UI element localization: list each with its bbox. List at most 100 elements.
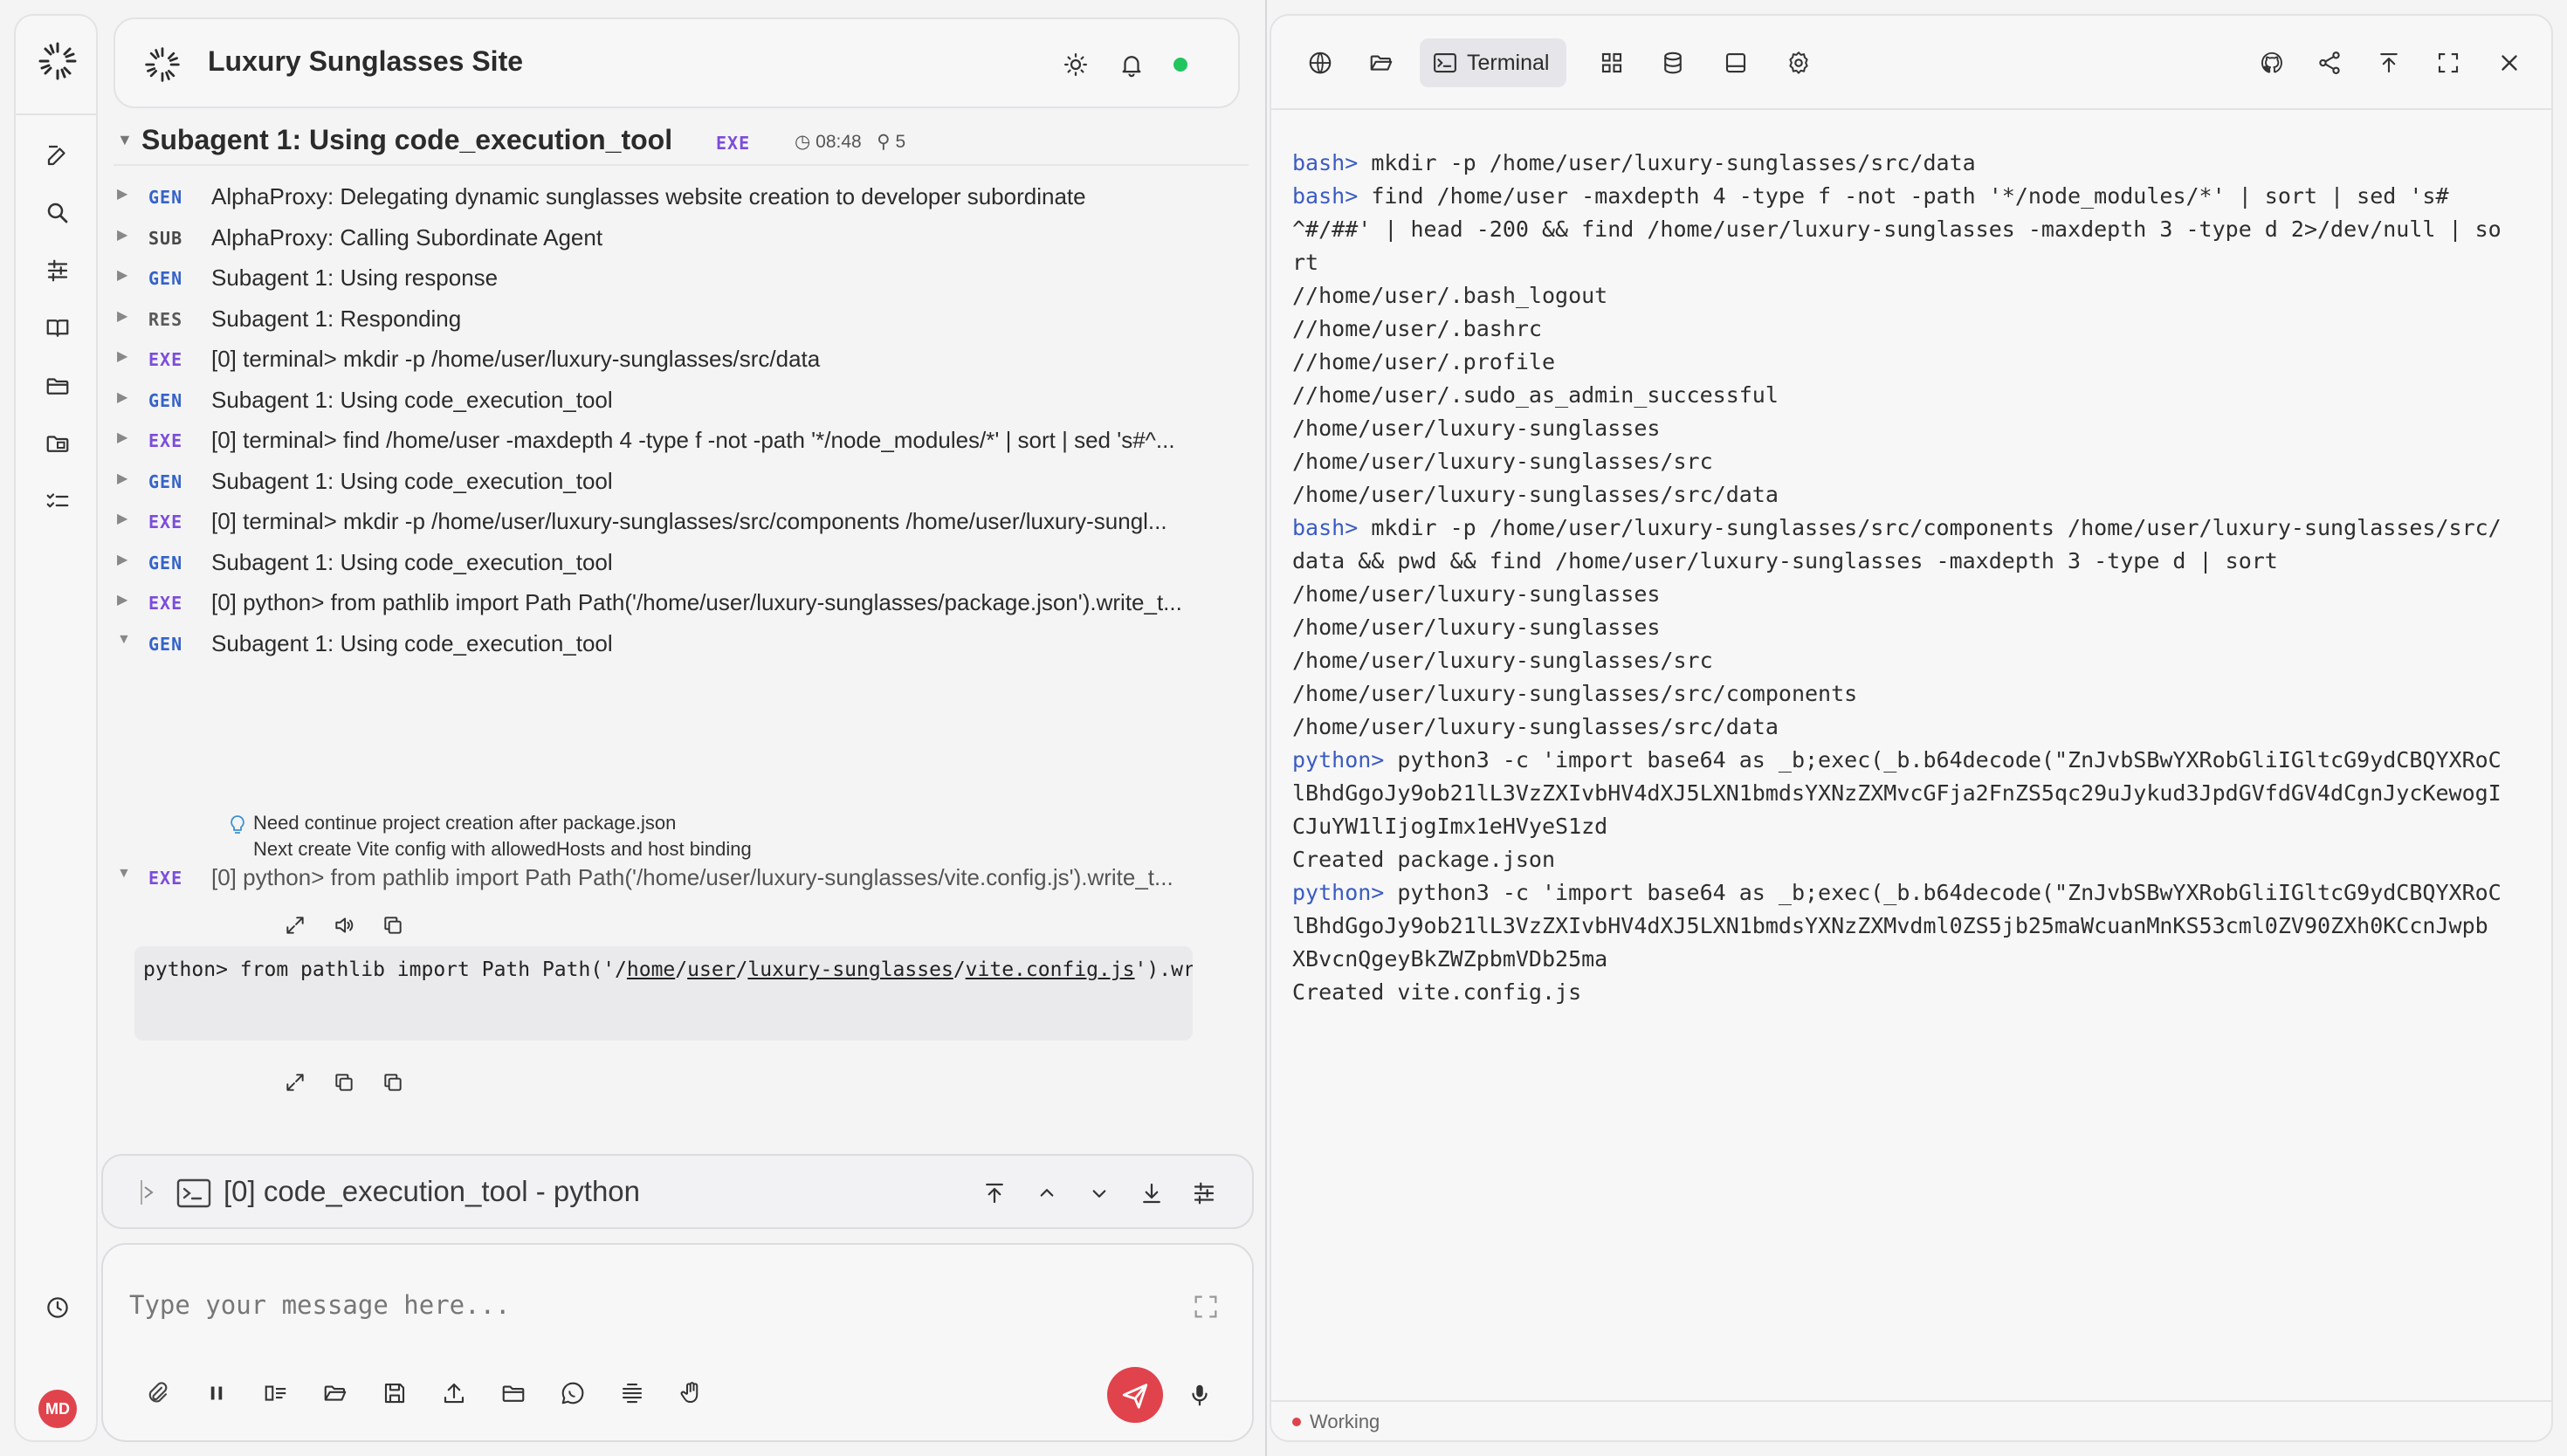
log-row[interactable]: ▶ GEN Subagent 1: Using response bbox=[114, 258, 1249, 298]
terminal-output[interactable]: bash> mkdir -p /home/user/luxury-sunglas… bbox=[1292, 147, 2532, 1009]
collapse-caret-icon[interactable]: ▼ bbox=[117, 632, 131, 648]
scroll-up-button[interactable] bbox=[1030, 1177, 1063, 1210]
panel-tab[interactable] bbox=[1718, 45, 1753, 80]
code-path-link[interactable]: user bbox=[687, 958, 735, 981]
code-path-link[interactable]: vite.config.js bbox=[966, 958, 1135, 981]
group-title: Subagent 1: Using code_execution_tool bbox=[141, 124, 673, 155]
tasks-button[interactable] bbox=[40, 484, 75, 519]
log-row[interactable]: ▶ EXE [0] terminal> mkdir -p /home/user/lu… bbox=[114, 501, 1249, 541]
log-row[interactable]: ▶ EXE [0] terminal> mkdir -p /home/user/lu… bbox=[114, 339, 1249, 379]
log-text: Subagent 1: Using code_execution_tool bbox=[211, 629, 613, 656]
speak-message-button[interactable] bbox=[328, 910, 360, 941]
sliders-icon bbox=[47, 259, 68, 282]
expand-caret-icon[interactable]: ▶ bbox=[117, 551, 127, 568]
clock-icon bbox=[47, 1297, 68, 1318]
subagent-group-header[interactable]: ▼ Subagent 1: Using code_execution_tool … bbox=[114, 113, 1249, 166]
notifications-button[interactable] bbox=[1116, 49, 1147, 80]
chat-button[interactable] bbox=[555, 1376, 590, 1411]
group-time: 08:48 bbox=[816, 132, 862, 152]
collapse-caret-icon[interactable]: ▼ bbox=[117, 131, 133, 149]
terminal-tab[interactable]: Terminal bbox=[1420, 38, 1566, 87]
collapse-caret-icon[interactable]: ▼ bbox=[117, 866, 131, 882]
github-button[interactable] bbox=[2254, 45, 2289, 80]
expand-caret-icon[interactable]: ▶ bbox=[117, 226, 127, 244]
code-path-link[interactable]: home bbox=[627, 958, 675, 981]
intervene-button[interactable] bbox=[674, 1376, 709, 1411]
attach-button[interactable] bbox=[140, 1376, 175, 1411]
chevron-right-icon[interactable] bbox=[138, 1178, 155, 1206]
copy-code-button[interactable] bbox=[328, 1067, 360, 1098]
copy-output-button[interactable] bbox=[377, 1067, 409, 1098]
context-button[interactable] bbox=[258, 1376, 293, 1411]
log-row[interactable]: ▶ GEN Subagent 1: Using code_execution_too… bbox=[114, 461, 1249, 501]
page-title: Luxury Sunglasses Site bbox=[208, 45, 524, 77]
expand-caret-icon[interactable]: ▶ bbox=[117, 266, 127, 284]
scroll-bottom-button[interactable] bbox=[1135, 1177, 1168, 1210]
compress-button[interactable] bbox=[615, 1376, 650, 1411]
dashboard-tab[interactable] bbox=[1594, 45, 1629, 80]
history-button[interactable] bbox=[40, 1290, 75, 1325]
log-row[interactable]: ▶ EXE [0] python> from pathlib import Path… bbox=[114, 582, 1249, 622]
message-input[interactable] bbox=[129, 1283, 1133, 1327]
publish-button[interactable] bbox=[2371, 45, 2406, 80]
terminal-text: //home/user/.bash_logout bbox=[1292, 283, 1608, 308]
pane-splitter[interactable] bbox=[1265, 0, 1267, 1456]
expand-caret-icon[interactable]: ▶ bbox=[117, 470, 127, 487]
terminal-text: /home/user/luxury-sunglasses bbox=[1292, 581, 1661, 607]
save-button[interactable] bbox=[377, 1376, 412, 1411]
terminal-text: python3 -c 'import base64 as _b;exec(_b.… bbox=[1384, 747, 2502, 773]
scroll-top-button[interactable] bbox=[978, 1177, 1011, 1210]
expand-caret-icon[interactable]: ▶ bbox=[117, 591, 127, 608]
microphone-button[interactable] bbox=[1182, 1376, 1217, 1414]
log-row[interactable]: ▶ GEN Subagent 1: Using code_execution_too… bbox=[114, 542, 1249, 582]
expand-code-button[interactable] bbox=[279, 1067, 311, 1098]
process-settings-button[interactable] bbox=[1187, 1177, 1221, 1210]
fullscreen-icon[interactable] bbox=[1191, 1292, 1221, 1322]
terminal-line: /home/user/luxury-sunglasses bbox=[1292, 412, 2532, 445]
app-logo-icon[interactable] bbox=[37, 40, 79, 82]
avatar[interactable]: MD bbox=[38, 1390, 77, 1428]
close-panel-button[interactable] bbox=[2492, 45, 2527, 80]
settings-tab[interactable] bbox=[1781, 45, 1816, 80]
expand-caret-icon[interactable]: ▶ bbox=[117, 429, 127, 446]
log-row[interactable]: ▶ RES Subagent 1: Responding bbox=[114, 299, 1249, 339]
terminal-line: ^#/##' | head -200 && find /home/user/lu… bbox=[1292, 213, 2532, 246]
expand-caret-icon[interactable]: ▶ bbox=[117, 185, 127, 203]
terminal-line: Created package.json bbox=[1292, 843, 2532, 876]
expand-caret-icon[interactable]: ▶ bbox=[117, 307, 127, 325]
expand-caret-icon[interactable]: ▶ bbox=[117, 347, 127, 365]
send-button[interactable] bbox=[1107, 1367, 1163, 1423]
code-path-link[interactable]: luxury-sunglasses bbox=[747, 958, 953, 981]
files-button[interactable] bbox=[40, 368, 75, 403]
log-row[interactable]: ▶ EXE [0] terminal> find /home/user -maxde… bbox=[114, 420, 1249, 460]
copy-message-button[interactable] bbox=[377, 910, 409, 941]
terminal-line: bash> mkdir -p /home/user/luxury-sunglas… bbox=[1292, 512, 2532, 545]
log-row[interactable]: ▶ GEN AlphaProxy: Delegating dynamic sungl… bbox=[114, 176, 1249, 216]
open-folder-button[interactable] bbox=[318, 1376, 353, 1411]
browser-tab[interactable] bbox=[1303, 45, 1338, 80]
projects-button[interactable] bbox=[40, 426, 75, 461]
upload-button[interactable] bbox=[437, 1376, 471, 1411]
expand-caret-icon[interactable]: ▶ bbox=[117, 388, 127, 406]
settings-sliders-button[interactable] bbox=[40, 253, 75, 288]
search-button[interactable] bbox=[40, 196, 75, 230]
theme-toggle-button[interactable] bbox=[1060, 49, 1091, 80]
files-tab[interactable] bbox=[1364, 45, 1399, 80]
code-block: python> from pathlib import Path Path('/… bbox=[134, 946, 1193, 1040]
log-row[interactable]: ▼ GEN Subagent 1: Using code_execution_too… bbox=[114, 623, 1249, 663]
expand-caret-icon[interactable]: ▶ bbox=[117, 510, 127, 527]
share-button[interactable] bbox=[2312, 45, 2347, 80]
expand-message-button[interactable] bbox=[279, 910, 311, 941]
expand-arrows-icon bbox=[286, 917, 304, 934]
fullscreen-button[interactable] bbox=[2431, 45, 2466, 80]
new-chat-button[interactable] bbox=[40, 138, 75, 173]
log-row-exe-expanded[interactable]: ▼ EXE [0] python> from pathlib import Pa… bbox=[114, 857, 1249, 897]
library-button[interactable] bbox=[40, 311, 75, 346]
scroll-down-button[interactable] bbox=[1083, 1177, 1116, 1210]
chat-pane: Luxury Sunglasses Site ▼ Subagent 1: Usi… bbox=[100, 0, 1266, 1456]
files-button[interactable] bbox=[496, 1376, 531, 1411]
log-row[interactable]: ▶ GEN Subagent 1: Using code_execution_too… bbox=[114, 380, 1249, 420]
database-tab[interactable] bbox=[1655, 45, 1690, 80]
log-row[interactable]: ▶ SUB AlphaProxy: Calling Subordinate Agen… bbox=[114, 217, 1249, 258]
pause-button[interactable] bbox=[199, 1376, 234, 1411]
